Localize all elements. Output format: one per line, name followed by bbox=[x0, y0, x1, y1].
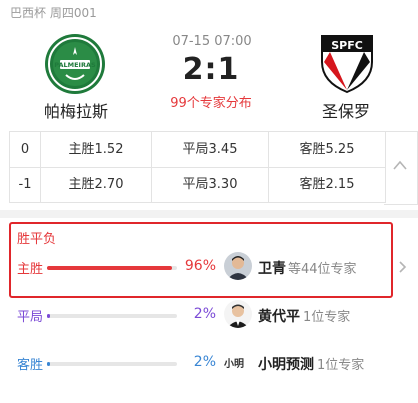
expert-name[interactable]: 卫青 bbox=[258, 258, 286, 278]
avatar[interactable] bbox=[224, 252, 252, 280]
prediction-percent: 2% bbox=[193, 354, 216, 370]
chevron-up-icon bbox=[393, 160, 407, 170]
prediction-label: 平局 bbox=[17, 310, 44, 325]
prediction-label: 客胜 bbox=[17, 358, 44, 373]
match-time: 07-15 07:00 bbox=[172, 34, 252, 49]
expert-count: 1位专家 bbox=[303, 310, 351, 325]
draw-odds[interactable]: 平局3.45 bbox=[152, 132, 269, 167]
prediction-row-away-win[interactable]: 客胜 2% 小明 小明预测 1位专家 bbox=[0, 348, 418, 378]
palmeiras-crest-icon: PALMEIRAS bbox=[45, 34, 105, 94]
prediction-percent: 96% bbox=[184, 258, 216, 274]
prediction-title: 胜平负 bbox=[17, 232, 57, 247]
away-win-odds[interactable]: 客胜5.25 bbox=[269, 132, 385, 167]
odds-table: 0 主胜1.52 平局3.45 客胜5.25 -1 主胜2.70 平局3.30 … bbox=[9, 131, 386, 203]
progress-fill bbox=[47, 362, 50, 366]
home-team-logo[interactable]: PALMEIRAS bbox=[44, 33, 106, 95]
home-team-name[interactable]: 帕梅拉斯 bbox=[16, 98, 136, 122]
handicap-cell: 0 bbox=[10, 132, 41, 167]
prediction-row-home-win[interactable]: 主胜 96% 卫青 等44位专家 bbox=[0, 252, 418, 282]
xiaoming-logo[interactable]: 小明 bbox=[224, 355, 254, 370]
expert-count: 等44位专家 bbox=[288, 262, 357, 277]
prediction-row-draw[interactable]: 平局 2% 黄代平 1位专家 bbox=[0, 300, 418, 330]
avatar-photo-icon bbox=[224, 300, 252, 328]
home-win-odds[interactable]: 主胜1.52 bbox=[41, 132, 152, 167]
prediction-percent: 2% bbox=[193, 306, 216, 322]
avatar-photo-icon bbox=[224, 252, 252, 280]
away-team-name[interactable]: 圣保罗 bbox=[286, 98, 406, 122]
away-win-odds[interactable]: 客胜2.15 bbox=[269, 167, 385, 202]
progress-fill bbox=[47, 266, 172, 270]
spfc-crest-icon: SPFC bbox=[321, 35, 373, 94]
handicap-cell: -1 bbox=[10, 167, 41, 202]
away-team-logo[interactable]: SPFC bbox=[316, 32, 378, 94]
avatar[interactable] bbox=[224, 300, 252, 328]
home-logo-text: PALMEIRAS bbox=[54, 61, 96, 69]
experts-distribution-link[interactable]: 99个专家分布 bbox=[150, 92, 272, 111]
away-logo-text: SPFC bbox=[331, 39, 363, 52]
expert-name[interactable]: 黄代平 bbox=[258, 306, 300, 326]
progress-fill bbox=[47, 314, 50, 318]
section-divider bbox=[0, 210, 418, 218]
expert-name[interactable]: 小明预测 bbox=[258, 354, 314, 374]
league-label: 巴西杯 周四001 bbox=[10, 6, 97, 20]
expert-count: 1位专家 bbox=[317, 358, 365, 373]
home-win-odds[interactable]: 主胜2.70 bbox=[41, 167, 152, 202]
odds-row: 0 主胜1.52 平局3.45 客胜5.25 bbox=[10, 132, 385, 168]
prediction-label: 主胜 bbox=[17, 262, 44, 277]
progress-track bbox=[47, 362, 177, 366]
chevron-right-icon[interactable] bbox=[398, 260, 408, 274]
odds-row: -1 主胜2.70 平局3.30 客胜2.15 bbox=[10, 167, 385, 202]
progress-track bbox=[47, 266, 177, 270]
progress-track bbox=[47, 314, 177, 318]
draw-odds[interactable]: 平局3.30 bbox=[152, 167, 269, 202]
match-score: 2:1 bbox=[182, 52, 240, 87]
collapse-odds-button[interactable] bbox=[384, 131, 418, 205]
